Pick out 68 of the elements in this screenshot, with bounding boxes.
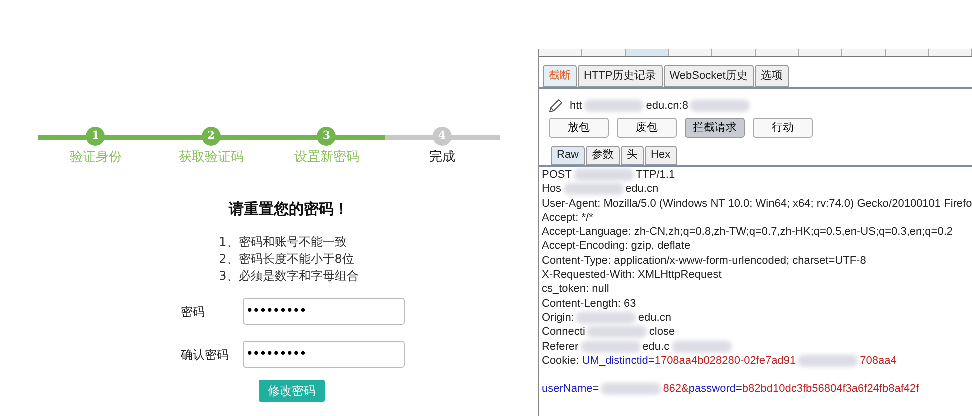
view-tab[interactable]: Raw bbox=[551, 146, 586, 165]
redaction-blur bbox=[587, 326, 648, 338]
password-rule: 2、密码长度不能小于8位 bbox=[219, 251, 354, 268]
request-text: Cookie: bbox=[542, 354, 580, 368]
action-button[interactable]: 拦截请求 bbox=[685, 118, 745, 138]
request-text: edu.cn bbox=[638, 310, 672, 326]
redaction-blur bbox=[576, 312, 636, 324]
action-button[interactable]: 行动 bbox=[753, 118, 813, 138]
form-title: 请重置您的密码！ bbox=[229, 198, 349, 220]
password-field[interactable]: ••••••••• bbox=[243, 341, 405, 368]
proxy-tab[interactable]: WebSocket历史 bbox=[664, 65, 754, 87]
request-text: Hos bbox=[542, 182, 562, 197]
param-name: UM_distinctid bbox=[582, 354, 648, 368]
request-text: User-Agent: Mozilla/5.0 (Windows NT 10.0; Win64; x64; rv:74.0) Gecko/20100101 Firefo bbox=[542, 196, 972, 211]
step-number: 1 bbox=[86, 127, 106, 146]
request-text: cs_token: null bbox=[542, 282, 610, 297]
view-tab[interactable]: 头 bbox=[621, 146, 644, 165]
proxy-tab[interactable]: 选项 bbox=[754, 65, 789, 87]
request-text: Content-Length: 63 bbox=[542, 296, 636, 311]
field-label: 确认密码 bbox=[181, 346, 230, 364]
step-number: 2 bbox=[202, 127, 221, 146]
request-text: htt bbox=[570, 98, 582, 114]
request-text: = bbox=[648, 354, 655, 368]
redaction-blur bbox=[601, 383, 662, 396]
request-text: edu.cn bbox=[626, 182, 659, 197]
param-value: 1708aa4b028280-02fe7ad91 bbox=[654, 354, 796, 368]
request-text: Accept-Language: zh-CN,zh;q=0.8,zh-TW;q=0.7,zh-HK;q=0.5,en-US;q=0.3,en;q=0.2 bbox=[542, 225, 954, 240]
redaction-blur bbox=[580, 340, 641, 353]
request-text: Accept: */* bbox=[542, 210, 594, 226]
redaction-blur bbox=[672, 340, 732, 353]
redaction-blur bbox=[798, 355, 858, 367]
proxy-tab[interactable]: HTTP历史记录 bbox=[578, 65, 663, 87]
redaction-blur bbox=[584, 100, 644, 112]
request-text: Origin: bbox=[542, 310, 574, 326]
step-label: 验证身份 bbox=[70, 149, 122, 167]
redaction-blur bbox=[564, 183, 624, 196]
redaction-blur bbox=[690, 100, 750, 112]
param-name: password bbox=[688, 382, 736, 396]
action-button[interactable]: 放包 bbox=[549, 118, 609, 138]
step-label: 完成 bbox=[429, 149, 456, 167]
password-rule: 1、密码和账号不能一致 bbox=[219, 234, 347, 251]
request-text: X-Requested-With: XMLHttpRequest bbox=[542, 268, 722, 282]
request-text: = bbox=[736, 382, 742, 396]
request-text: close bbox=[649, 325, 676, 340]
param-name: userName bbox=[542, 382, 593, 396]
step-label: 设置新密码 bbox=[294, 149, 360, 167]
field-label: 密码 bbox=[181, 304, 206, 320]
view-tab[interactable]: 参数 bbox=[586, 146, 620, 165]
step-label: 获取验证码 bbox=[178, 149, 244, 167]
param-value: 862& bbox=[663, 382, 689, 396]
step-number: 3 bbox=[317, 127, 336, 146]
request-text: Accept-Encoding: gzip, deflate bbox=[542, 239, 691, 254]
password-field[interactable]: ••••••••• bbox=[243, 298, 405, 325]
password-rule: 3、必须是数字和字母组合 bbox=[219, 268, 359, 285]
action-button[interactable]: 废包 bbox=[617, 118, 677, 138]
request-text: TTP/1.1 bbox=[636, 168, 676, 182]
pencil-icon bbox=[548, 98, 564, 114]
redaction-blur bbox=[574, 169, 634, 182]
request-text: POST bbox=[542, 168, 572, 182]
param-value: 708aa4 bbox=[860, 354, 897, 368]
param-value: b82bd10dc3fb56804f3a6f24fb8af42f bbox=[742, 382, 920, 396]
request-text: = bbox=[592, 382, 600, 396]
request-text: Content-Type: application/x-www-form-urlencoded; charset=UTF-8 bbox=[542, 254, 866, 268]
request-text: edu.cn:8 bbox=[646, 98, 688, 114]
view-tab[interactable]: Hex bbox=[645, 146, 677, 165]
request-text: Referer bbox=[542, 340, 579, 354]
request-text: Connecti bbox=[542, 325, 586, 340]
request-text: edu.c bbox=[642, 340, 670, 354]
